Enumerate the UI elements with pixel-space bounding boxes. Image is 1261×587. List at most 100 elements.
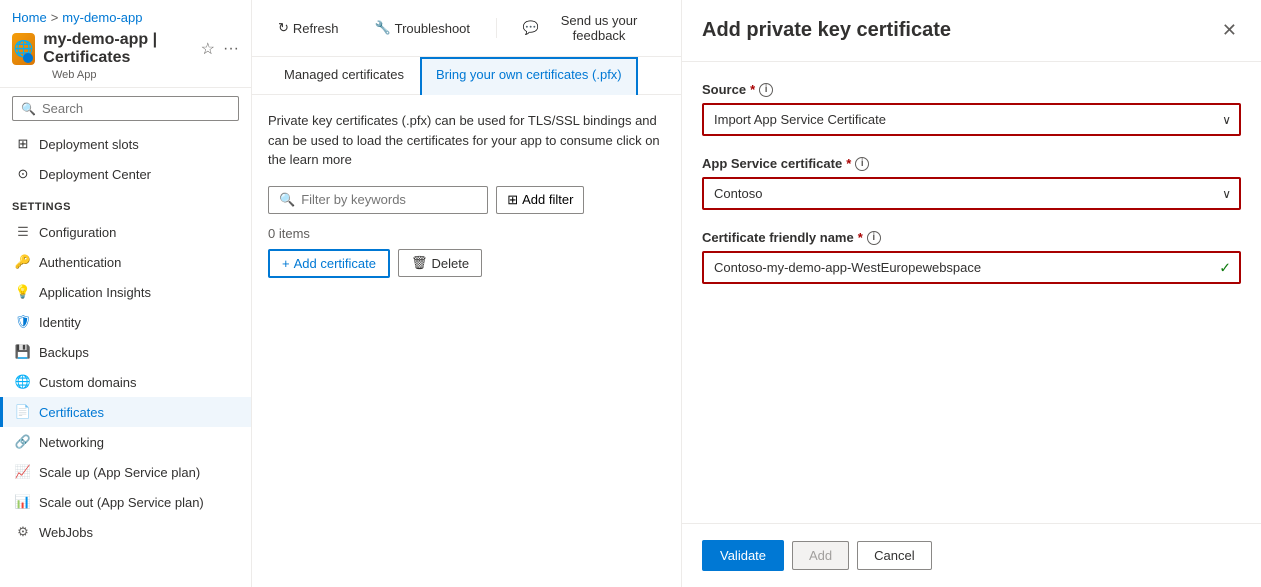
nav-item-webjobs[interactable]: ⚙ WebJobs <box>0 517 251 547</box>
filter-input-wrapper[interactable]: 🔍 <box>268 186 488 214</box>
breadcrumb: Home > my-demo-app <box>12 10 239 25</box>
validate-button[interactable]: Validate <box>702 540 784 571</box>
friendly-name-wrapper: ✓ <box>702 251 1241 284</box>
tab-own-certificates[interactable]: Bring your own certificates (.pfx) <box>420 57 638 95</box>
app-service-cert-select-wrapper: Contoso ∨ <box>702 177 1241 210</box>
nav-item-certificates[interactable]: 📄 Certificates <box>0 397 251 427</box>
nav-item-deployment-slots[interactable]: ⊞ Deployment slots <box>0 129 251 159</box>
add-button: Add <box>792 541 849 570</box>
breadcrumb-home[interactable]: Home <box>12 10 47 25</box>
source-label-text: Source <box>702 82 746 97</box>
troubleshoot-icon: 🔧 <box>374 20 390 36</box>
filter-row: 🔍 ⊞ Add filter <box>268 186 665 214</box>
nav-item-scale-up[interactable]: 📈 Scale up (App Service plan) <box>0 457 251 487</box>
add-certificate-label: Add certificate <box>294 256 376 271</box>
nav-item-backups[interactable]: 💾 Backups <box>0 337 251 367</box>
tabs: Managed certificates Bring your own cert… <box>252 57 681 95</box>
breadcrumb-app[interactable]: my-demo-app <box>62 10 142 25</box>
right-panel: Add private key certificate ✕ Source * i… <box>681 0 1261 587</box>
app-service-cert-info-icon[interactable]: i <box>855 157 869 171</box>
source-label: Source * i <box>702 82 1241 97</box>
toolbar: ↻ Refresh 🔧 Troubleshoot 💬 Send us your … <box>252 0 681 57</box>
action-row: + Add certificate 🗑 Delete <box>268 249 665 278</box>
add-icon: + <box>282 256 290 271</box>
nav-label-scale-up: Scale up (App Service plan) <box>39 465 200 480</box>
nav-label-configuration: Configuration <box>39 225 116 240</box>
nav-label-authentication: Authentication <box>39 255 121 270</box>
nav-label-backups: Backups <box>39 345 89 360</box>
title-actions: ☆ ··· <box>201 39 239 59</box>
nav-label-webjobs: WebJobs <box>39 525 93 540</box>
add-filter-button[interactable]: ⊞ Add filter <box>496 186 584 214</box>
backups-icon: 💾 <box>15 344 31 360</box>
feedback-icon: 💬 <box>523 20 539 36</box>
delete-icon: 🗑 <box>411 255 428 271</box>
scale-up-icon: 📈 <box>15 464 31 480</box>
app-service-cert-required: * <box>846 156 851 171</box>
filter-input[interactable] <box>301 192 477 207</box>
search-input[interactable] <box>42 101 230 116</box>
scale-out-icon: 📊 <box>15 494 31 510</box>
nav-item-configuration[interactable]: ☰ Configuration <box>0 217 251 247</box>
star-icon[interactable]: ☆ <box>201 39 215 59</box>
panel-title: Add private key certificate <box>702 19 951 42</box>
troubleshoot-button[interactable]: 🔧 Troubleshoot <box>364 15 480 41</box>
nav-item-custom-domains[interactable]: 🌐 Custom domains <box>0 367 251 397</box>
search-box[interactable]: 🔍 <box>12 96 239 121</box>
networking-icon: 🔗 <box>15 434 31 450</box>
friendly-name-label: Certificate friendly name * i <box>702 230 1241 245</box>
filter-funnel-icon: ⊞ <box>507 192 518 208</box>
tab-managed-certificates[interactable]: Managed certificates <box>268 57 420 94</box>
app-title-row: 🌐 my-demo-app | Certificates ☆ ··· <box>12 31 239 67</box>
nav-item-deployment-center[interactable]: ⊙ Deployment Center <box>0 159 251 189</box>
nav-label-application-insights: Application Insights <box>39 285 151 300</box>
panel-footer: Validate Add Cancel <box>682 523 1261 587</box>
feedback-label: Send us your feedback <box>543 13 655 43</box>
content-area: Private key certificates (.pfx) can be u… <box>252 95 681 587</box>
friendly-name-required: * <box>858 230 863 245</box>
app-service-cert-form-group: App Service certificate * i Contoso ∨ <box>702 156 1241 210</box>
app-service-cert-select[interactable]: Contoso <box>702 177 1241 210</box>
nav-label-deployment-slots: Deployment slots <box>39 137 139 152</box>
app-subtitle: Web App <box>52 69 239 81</box>
nav-label-deployment-center: Deployment Center <box>39 167 151 182</box>
source-select[interactable]: Import App Service Certificate Upload Ce… <box>702 103 1241 136</box>
friendly-name-info-icon[interactable]: i <box>867 231 881 245</box>
nav-label-certificates: Certificates <box>39 405 104 420</box>
friendly-name-input[interactable] <box>702 251 1241 284</box>
nav-item-scale-out[interactable]: 📊 Scale out (App Service plan) <box>0 487 251 517</box>
nav-label-custom-domains: Custom domains <box>39 375 137 390</box>
source-form-group: Source * i Import App Service Certificat… <box>702 82 1241 136</box>
source-info-icon[interactable]: i <box>759 83 773 97</box>
custom-domains-icon: 🌐 <box>15 374 31 390</box>
authentication-icon: 🔑 <box>15 254 31 270</box>
friendly-name-form-group: Certificate friendly name * i ✓ <box>702 230 1241 284</box>
nav-item-networking[interactable]: 🔗 Networking <box>0 427 251 457</box>
refresh-label: Refresh <box>293 21 339 36</box>
more-icon[interactable]: ··· <box>223 40 239 58</box>
source-required: * <box>750 82 755 97</box>
nav-item-application-insights[interactable]: 💡 Application Insights <box>0 277 251 307</box>
nav-item-identity[interactable]: 🛡 Identity <box>0 307 251 337</box>
nav-label-identity: Identity <box>39 315 81 330</box>
delete-label: Delete <box>431 256 469 271</box>
breadcrumb-separator: > <box>51 10 59 25</box>
refresh-icon: ↻ <box>278 20 289 36</box>
refresh-button[interactable]: ↻ Refresh <box>268 15 348 41</box>
feedback-button[interactable]: 💬 Send us your feedback <box>513 8 665 48</box>
certificates-icon: 📄 <box>15 404 31 420</box>
deployment-slots-icon: ⊞ <box>15 136 31 152</box>
add-certificate-button[interactable]: + Add certificate <box>268 249 390 278</box>
panel-close-button[interactable]: ✕ <box>1218 16 1241 45</box>
sidebar-header: Home > my-demo-app 🌐 my-demo-app | Certi… <box>0 0 251 88</box>
app-name: my-demo-app | Certificates <box>43 31 192 67</box>
filter-icon: 🔍 <box>279 192 295 208</box>
content-description: Private key certificates (.pfx) can be u… <box>268 111 665 170</box>
toolbar-separator <box>496 18 497 38</box>
app-service-cert-label-text: App Service certificate <box>702 156 842 171</box>
friendly-name-label-text: Certificate friendly name <box>702 230 854 245</box>
webjobs-icon: ⚙ <box>15 524 31 540</box>
cancel-button[interactable]: Cancel <box>857 541 931 570</box>
nav-item-authentication[interactable]: 🔑 Authentication <box>0 247 251 277</box>
delete-button[interactable]: 🗑 Delete <box>398 249 482 277</box>
